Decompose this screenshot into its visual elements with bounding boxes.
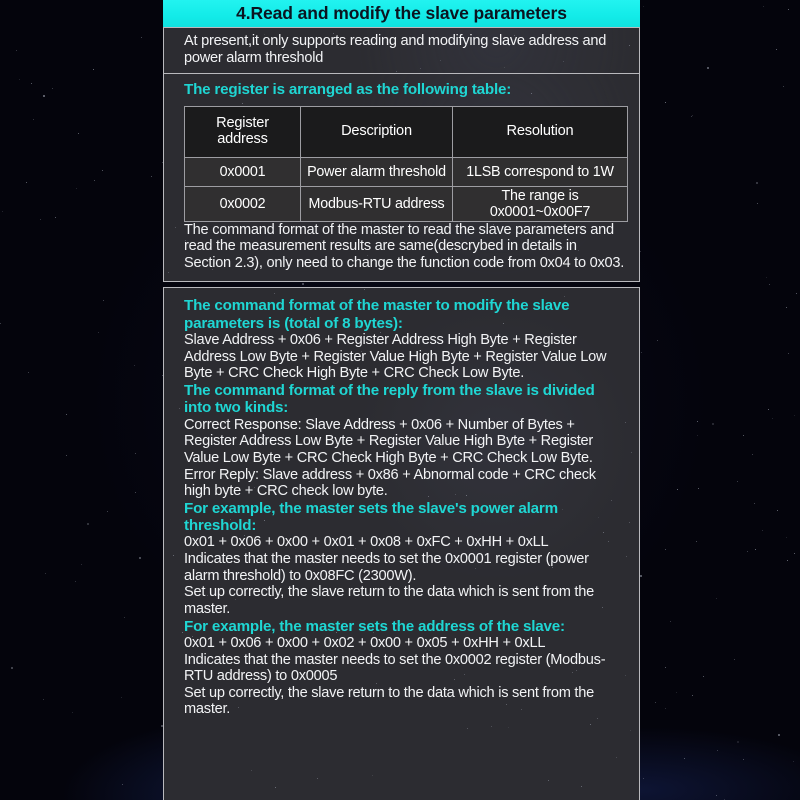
column-header-register-address: Register address bbox=[184, 105, 301, 158]
example1-command: 0x01 + 0x06 + 0x00 + 0x01 + 0x08 + 0xFC … bbox=[184, 534, 549, 551]
cell-address: 0x0002 bbox=[184, 185, 301, 222]
command-format-panel: The command format of the master to modi… bbox=[163, 287, 640, 800]
example2-indicates: Indicates that the master needs to set t… bbox=[184, 651, 606, 685]
reply-format-heading: The command format of the reply from the… bbox=[184, 381, 595, 417]
cell-description: Modbus-RTU address bbox=[300, 185, 453, 222]
example2-heading: For example, the master sets the address… bbox=[184, 617, 565, 635]
error-reply-text: Error Reply: Slave address + 0x86 + Abno… bbox=[184, 466, 596, 500]
slave-parameters-card: 4.Read and modify the slave parameters A… bbox=[163, 0, 640, 800]
column-header-line2: address bbox=[217, 130, 268, 147]
cell-resolution: The range is 0x0001~0x00F7 bbox=[452, 185, 628, 222]
cell-description: Power alarm threshold bbox=[300, 156, 453, 187]
intro-panel: At present,it only supports reading and … bbox=[163, 27, 640, 75]
register-table: Register address Description Resolution … bbox=[184, 105, 628, 222]
intro-text: At present,it only supports reading and … bbox=[184, 33, 607, 66]
page-title: 4.Read and modify the slave parameters bbox=[163, 0, 640, 27]
read-command-note: The command format of the master to read… bbox=[184, 221, 625, 271]
example2-command: 0x01 + 0x06 + 0x00 + 0x02 + 0x00 + 0x05 … bbox=[184, 634, 546, 651]
column-header-description: Description bbox=[300, 105, 453, 158]
example1-result: Set up correctly, the slave return to th… bbox=[184, 584, 594, 617]
cell-address: 0x0001 bbox=[184, 156, 301, 187]
modify-command-body: Slave Address + 0x06 + Register Address … bbox=[184, 332, 607, 382]
table-row: 0x0001 Power alarm threshold 1LSB corres… bbox=[184, 156, 628, 187]
column-header-line1: Register bbox=[216, 114, 269, 131]
register-table-panel: The register is arranged as the followin… bbox=[163, 74, 640, 283]
table-row: 0x0002 Modbus-RTU address The range is 0… bbox=[184, 185, 628, 222]
register-table-heading: The register is arranged as the followin… bbox=[184, 81, 512, 99]
column-header-resolution: Resolution bbox=[452, 105, 628, 158]
modify-command-heading: The command format of the master to modi… bbox=[184, 297, 570, 332]
example1-heading: For example, the master sets the slave's… bbox=[184, 499, 558, 535]
cell-resolution: 1LSB correspond to 1W bbox=[452, 156, 628, 187]
example1-indicates: Indicates that the master needs to set t… bbox=[184, 551, 589, 584]
table-header-row: Register address Description Resolution bbox=[184, 105, 628, 158]
example2-result: Set up correctly, the slave return to th… bbox=[184, 684, 594, 718]
correct-response-text: Correct Response: Slave Address + 0x06 +… bbox=[184, 416, 594, 466]
